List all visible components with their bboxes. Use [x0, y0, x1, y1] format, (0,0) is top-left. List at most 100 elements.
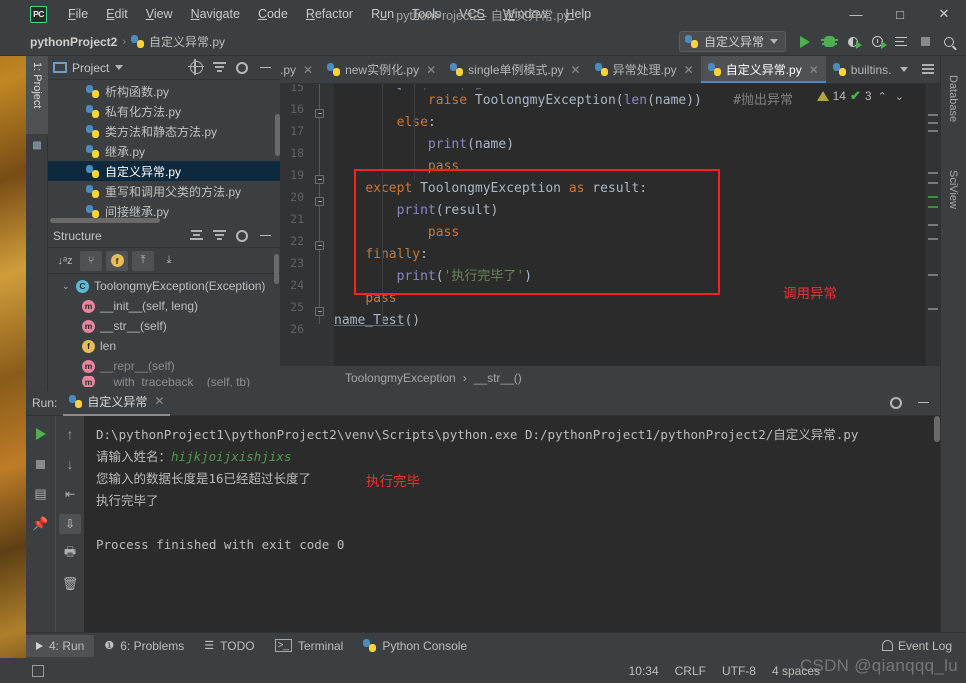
expand-all-icon[interactable] — [189, 229, 203, 243]
menu-vcs[interactable]: VCS — [450, 4, 494, 24]
breadcrumb-method[interactable]: __str__() — [474, 371, 522, 385]
layout-icon[interactable]: ▤ — [30, 484, 52, 504]
close-icon[interactable]: ✕ — [426, 63, 436, 77]
breadcrumb-project[interactable]: pythonProject2 — [30, 35, 117, 49]
sidebar-tab-database[interactable]: Database — [940, 56, 966, 142]
gear-icon[interactable] — [235, 61, 249, 75]
fold-marker[interactable] — [315, 241, 324, 250]
chevron-up-icon[interactable]: ⌃ — [876, 90, 889, 103]
run-tab-custom-exception[interactable]: 自定义异常 ✕ — [63, 390, 170, 416]
editor-marker-bar[interactable] — [926, 84, 940, 366]
bottom-tab-python-console[interactable]: Python Console — [353, 635, 477, 657]
breadcrumb-file[interactable]: 自定义异常.py — [149, 33, 225, 50]
search-everywhere-icon[interactable] — [938, 31, 960, 53]
profile-button[interactable] — [866, 31, 888, 53]
menu-code[interactable]: Code — [249, 4, 297, 24]
status-line-separator[interactable]: CRLF — [675, 664, 706, 678]
maximize-button[interactable]: □ — [878, 0, 922, 28]
fold-marker[interactable] — [315, 109, 324, 118]
stop-button[interactable] — [914, 31, 936, 53]
tab-truncated[interactable]: .py ✕ — [280, 56, 320, 83]
bottom-tab-run[interactable]: 4: Run — [26, 635, 94, 657]
tree-item-file[interactable]: 重写和调用父类的方法.py — [48, 181, 280, 201]
sidebar-tab-sciview[interactable]: SciView — [940, 148, 966, 230]
structure-item-class[interactable]: ⌄ C ToolongmyException(Exception) — [48, 276, 280, 296]
collapse-all-icon[interactable] — [212, 61, 226, 75]
close-button[interactable]: ✕ — [922, 0, 966, 28]
scroll-to-end-icon[interactable]: ⇩ — [59, 514, 81, 534]
menu-edit[interactable]: Edit — [97, 4, 137, 24]
bottom-tab-todo[interactable]: ☰ TODO — [194, 635, 264, 657]
menu-navigate[interactable]: Navigate — [182, 4, 249, 24]
chevron-down-icon[interactable]: ⌄ — [893, 90, 906, 103]
select-opened-file-icon[interactable] — [189, 61, 203, 75]
tab-list-icon[interactable] — [916, 56, 940, 83]
close-icon[interactable]: ✕ — [154, 394, 164, 408]
close-icon[interactable]: ✕ — [303, 63, 313, 77]
menu-refactor[interactable]: Refactor — [297, 4, 362, 24]
status-indent[interactable]: 4 spaces — [772, 664, 820, 678]
bottom-tab-terminal[interactable]: >_ Terminal — [265, 635, 354, 657]
chevron-down-icon[interactable] — [115, 65, 123, 70]
code-editor[interactable]: 15 16 17 18 19 20 21 22 23 24 25 26 len(… — [280, 84, 940, 366]
menu-run[interactable]: Run — [362, 4, 403, 24]
collapse-all-icon[interactable] — [212, 229, 226, 243]
collapse-tree-icon[interactable]: ⤓ — [158, 251, 180, 271]
tree-item-file[interactable]: 私有化方法.py — [48, 101, 280, 121]
project-file-tree[interactable]: 析构函数.py 私有化方法.py 类方法和静态方法.py 继承.py 自定义异常… — [48, 80, 280, 224]
structure-item-method[interactable]: m __str__(self) — [48, 316, 280, 336]
tab-exception-handling[interactable]: 异常处理.py ✕ — [588, 56, 701, 83]
run-with-console-button[interactable] — [890, 31, 912, 53]
inspection-status[interactable]: 14 ✔ 3 ⌃ ⌄ — [817, 88, 906, 104]
fold-marker[interactable] — [315, 307, 324, 316]
structure-item-method-inherited[interactable]: m __with_traceback__(self, tb) — [48, 376, 280, 387]
menu-tools[interactable]: Tools — [403, 4, 450, 24]
editor-gutter[interactable]: 15 16 17 18 19 20 21 22 23 24 25 26 — [280, 84, 334, 366]
arrow-down-icon[interactable]: ↓ — [59, 454, 81, 474]
code-text[interactable]: len(name)>5: raise ToolongmyException(le… — [334, 84, 940, 366]
minimize-button[interactable]: — — [834, 0, 878, 28]
structure-item-method[interactable]: m __init__(self, leng) — [48, 296, 280, 316]
tree-item-file[interactable]: 类方法和静态方法.py — [48, 121, 280, 141]
chevron-down-icon[interactable]: ⌄ — [62, 281, 71, 292]
structure-item-method-inherited[interactable]: m __repr__(self) — [48, 356, 280, 376]
fold-marker[interactable] — [315, 197, 324, 206]
menu-help[interactable]: Help — [556, 4, 600, 24]
event-log-button[interactable]: Event Log — [882, 639, 966, 653]
hide-icon[interactable] — [916, 396, 930, 410]
show-inherited-icon[interactable]: ⑂ — [80, 251, 102, 271]
close-icon[interactable]: ✕ — [571, 63, 581, 77]
expand-tree-icon[interactable]: ⤒ — [132, 251, 154, 271]
structure-item-field[interactable]: f len — [48, 336, 280, 356]
show-fields-icon[interactable]: f — [106, 251, 128, 271]
stop-button[interactable] — [30, 454, 52, 474]
close-icon[interactable]: ✕ — [809, 63, 819, 77]
tree-item-file[interactable]: 继承.py — [48, 141, 280, 161]
run-console-output[interactable]: D:\pythonProject1\pythonProject2\venv\Sc… — [84, 416, 940, 632]
tree-item-file-selected[interactable]: 自定义异常.py — [48, 161, 280, 181]
hide-icon[interactable] — [258, 229, 272, 243]
chevron-down-icon[interactable] — [900, 67, 908, 72]
coverage-button[interactable] — [842, 31, 864, 53]
sort-alphabetically-icon[interactable]: ↓ᵃz — [54, 251, 76, 271]
sidebar-tab-project[interactable]: 1: Project — [26, 56, 48, 134]
menu-window[interactable]: Window — [494, 4, 556, 24]
arrow-up-icon[interactable]: ↑ — [59, 424, 81, 444]
fold-marker[interactable] — [315, 175, 324, 184]
structure-tree[interactable]: ⌄ C ToolongmyException(Exception) m __in… — [48, 274, 280, 387]
tab-builtins[interactable]: builtins. — [826, 56, 916, 83]
clear-all-icon[interactable]: 🗑 — [59, 574, 81, 594]
run-button[interactable] — [794, 31, 816, 53]
breadcrumb-class[interactable]: ToolongmyException — [345, 371, 456, 385]
tree-item-file[interactable]: 析构函数.py — [48, 81, 280, 101]
menu-view[interactable]: View — [137, 4, 182, 24]
status-encoding[interactable]: UTF-8 — [722, 664, 756, 678]
structure-scrollbar[interactable] — [274, 254, 279, 284]
close-icon[interactable]: ✕ — [684, 63, 694, 77]
debug-button[interactable] — [818, 31, 840, 53]
run-configuration-selector[interactable]: 自定义异常 — [679, 31, 786, 52]
gear-icon[interactable] — [235, 229, 249, 243]
tab-new-instance[interactable]: new实例化.py ✕ — [320, 56, 443, 83]
bottom-tab-problems[interactable]: ❶ 6: Problems — [94, 635, 194, 657]
print-icon[interactable]: 🖶 — [59, 544, 81, 564]
